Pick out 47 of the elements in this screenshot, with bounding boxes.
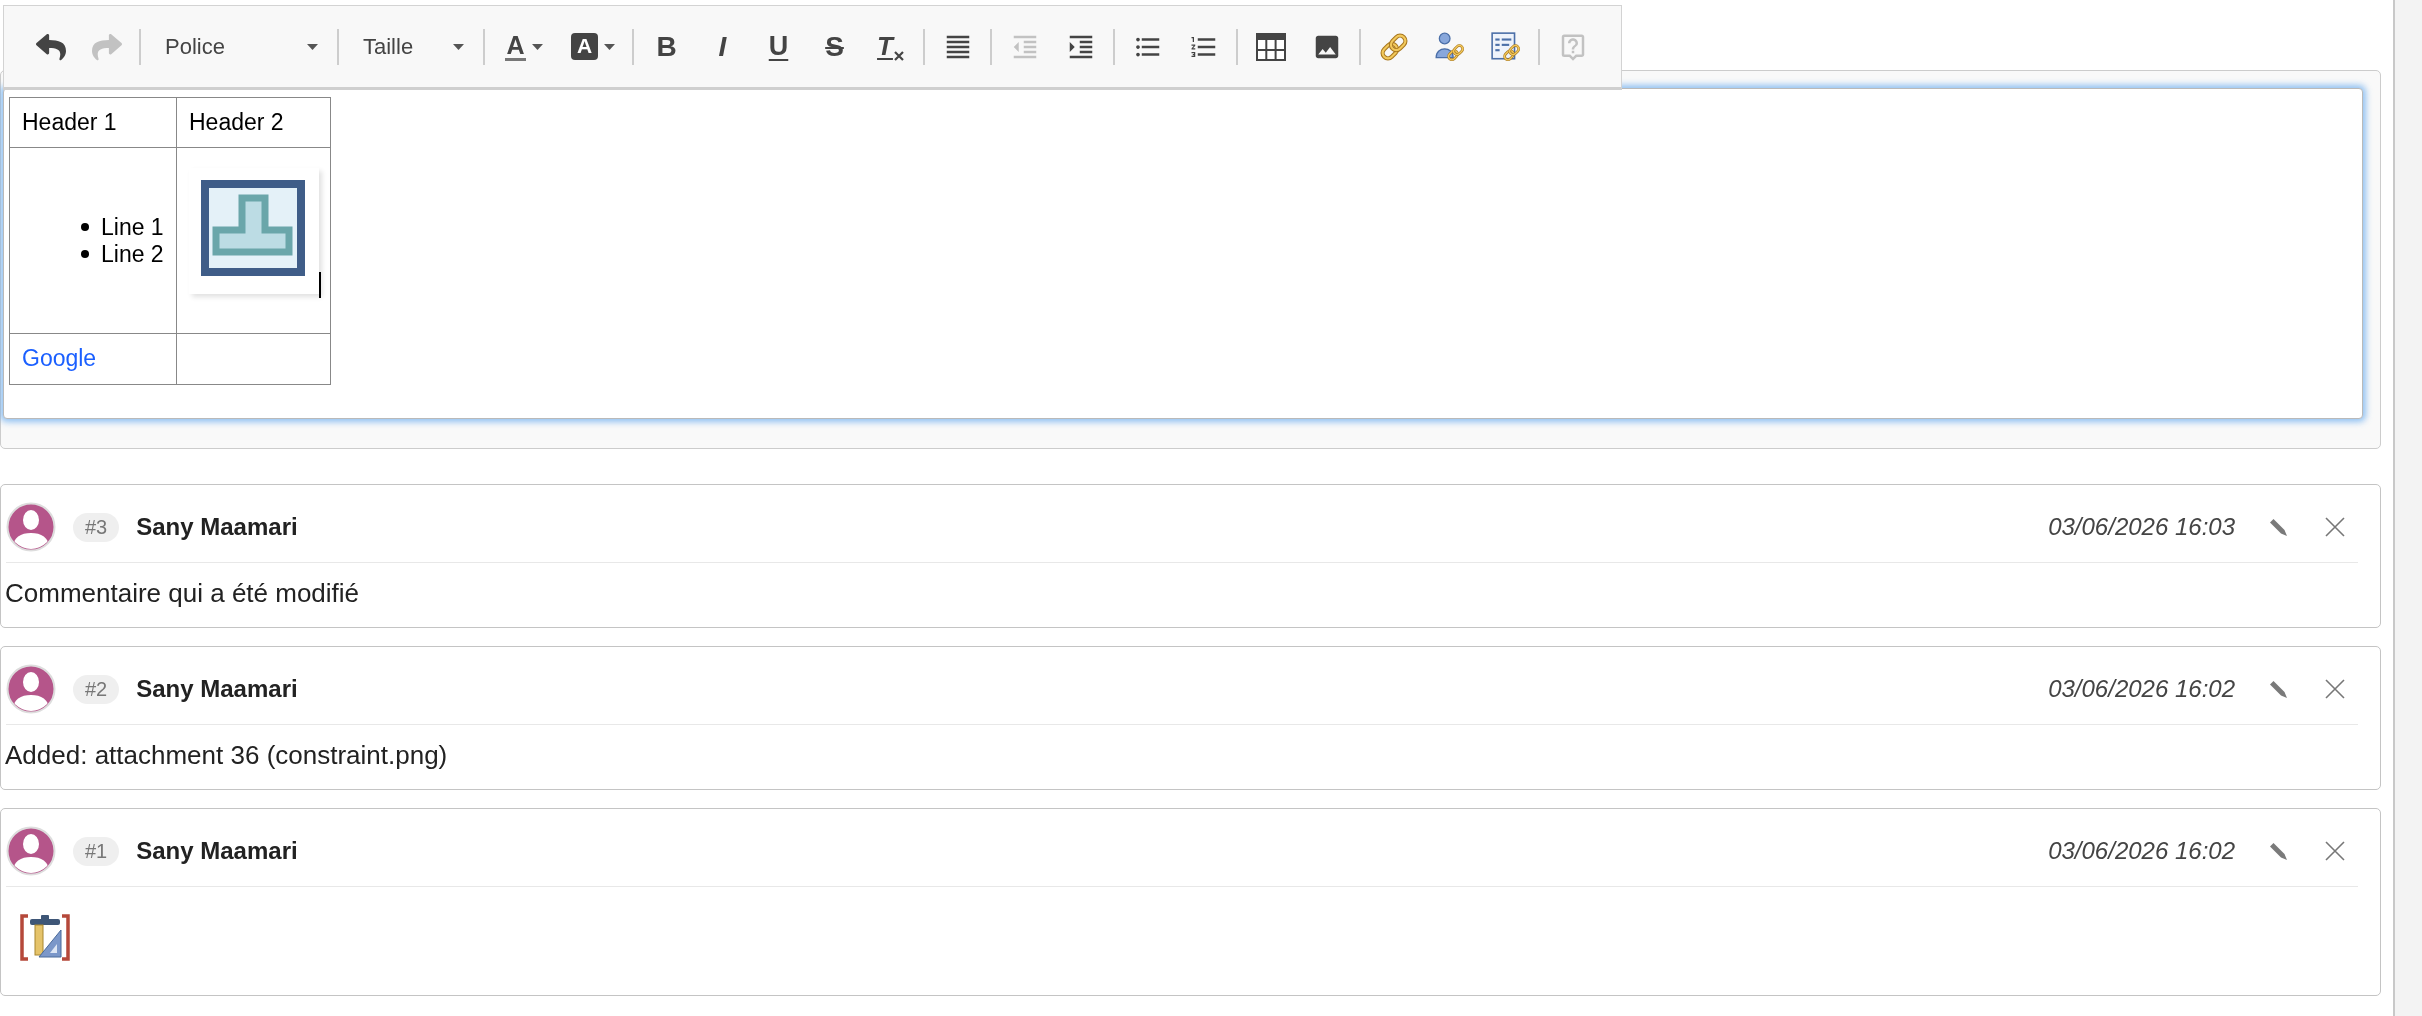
avatar-icon	[6, 502, 56, 552]
remove-format-button[interactable]: T	[868, 24, 913, 69]
strikethrough-button[interactable]: S	[812, 24, 857, 69]
comment-number: #1	[73, 836, 120, 866]
author-name: Sany Maamari	[136, 512, 298, 542]
text-color-button[interactable]: A	[495, 24, 553, 69]
author-name: Sany Maamari	[136, 674, 298, 704]
italic-button[interactable]: I	[700, 24, 745, 69]
list-item: Line 2	[101, 240, 164, 268]
comment-date: 03/06/2026 16:02	[2048, 674, 2235, 704]
close-icon[interactable]	[2325, 679, 2345, 699]
table-icon[interactable]	[1255, 32, 1286, 61]
comment-text: Added: attachment 36 (constraint.png)	[4, 739, 449, 772]
caret-icon	[531, 43, 543, 50]
caret-icon	[604, 43, 615, 50]
close-icon[interactable]	[2325, 841, 2345, 861]
pencil-icon[interactable]	[2268, 841, 2288, 861]
comment-date: 03/06/2026 16:02	[2048, 836, 2235, 866]
caret-icon	[453, 43, 464, 50]
comment-date: 03/06/2026 16:03	[2048, 512, 2235, 542]
caret-icon	[307, 43, 318, 50]
avatar-icon	[6, 664, 56, 714]
table-cell: Header 2	[176, 97, 331, 148]
underline-button[interactable]: U	[756, 24, 801, 69]
document-chain-icon[interactable]	[1489, 30, 1522, 63]
comment-text: Commentaire qui a été modifié	[4, 577, 361, 610]
toolbar-dropdown[interactable]: Police	[151, 24, 327, 69]
rich-text-editor[interactable]: Header 1 Header 2 Line 1 Line 2 Google	[3, 88, 2363, 419]
bullet-icon	[81, 250, 89, 258]
ruler-triangle-icon	[19, 913, 71, 962]
undo-icon[interactable]	[35, 31, 66, 62]
bold-button[interactable]: B	[644, 24, 689, 69]
comment-number: #2	[73, 674, 120, 704]
text-link[interactable]: Google	[22, 345, 97, 371]
table-cell: Header 1	[9, 97, 177, 148]
list-item: Line 1	[101, 213, 164, 241]
small-x-icon	[893, 51, 904, 61]
avatar-icon	[6, 826, 56, 876]
highlight-color-button[interactable]: A	[564, 24, 622, 69]
pencil-icon[interactable]	[2268, 679, 2288, 699]
pencil-icon[interactable]	[2268, 517, 2288, 537]
close-icon[interactable]	[2325, 517, 2345, 537]
author-name: Sany Maamari	[136, 836, 298, 866]
person-chain-icon[interactable]	[1433, 30, 1466, 63]
comment-number: #3	[73, 512, 120, 542]
bullet-icon	[81, 223, 89, 231]
toolbar-dropdown[interactable]: Taille	[349, 24, 473, 69]
